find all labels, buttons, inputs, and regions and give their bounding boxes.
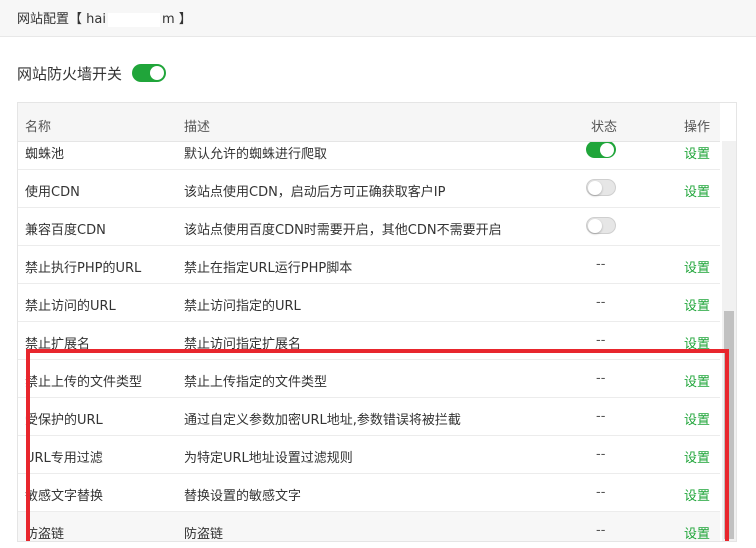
settings-link[interactable]: 设置 xyxy=(684,371,710,390)
rule-status: -- xyxy=(596,257,606,272)
table-row: 使用CDN 该站点使用CDN，启动后方可正确获取客户IP 设置 xyxy=(18,170,720,208)
rule-name: 禁止扩展名 xyxy=(25,337,91,352)
redacted-domain xyxy=(107,12,160,27)
rule-status: -- xyxy=(596,333,606,348)
firewall-toggle[interactable] xyxy=(132,64,167,82)
settings-link[interactable]: 设置 xyxy=(684,143,710,162)
settings-link[interactable]: 设置 xyxy=(684,485,710,504)
rule-name: 禁止上传的文件类型 xyxy=(25,375,143,390)
rule-status: -- xyxy=(596,523,606,538)
rule-description: 替换设置的敏感文字 xyxy=(184,489,302,504)
table-row: 受保护的URL 通过自定义参数加密URL地址,参数错误将被拦截 -- 设置 xyxy=(18,398,720,436)
rule-description: 禁止上传指定的文件类型 xyxy=(184,375,328,390)
toggle-knob xyxy=(588,219,602,233)
toggle-knob xyxy=(150,66,165,80)
status-toggle-cell xyxy=(586,217,616,234)
title-prefix: 网站配置【 hai xyxy=(17,12,106,27)
scroll-thumb[interactable] xyxy=(724,311,734,539)
status-toggle[interactable] xyxy=(586,141,616,158)
rule-name: 防盗链 xyxy=(25,527,65,542)
rule-name: 使用CDN xyxy=(25,185,80,200)
table-row: 禁止访问的URL 禁止访问指定的URL -- 设置 xyxy=(18,284,720,322)
rule-status: -- xyxy=(596,447,606,462)
rule-status: -- xyxy=(596,295,606,310)
table-row: 禁止执行PHP的URL 禁止在指定URL运行PHP脚本 -- 设置 xyxy=(18,246,720,284)
rule-description: 防盗链 xyxy=(184,527,224,542)
table-row: 兼容百度CDN 该站点使用百度CDN时需要开启，其他CDN不需要开启 xyxy=(18,208,720,246)
header-op: 操作 xyxy=(684,120,711,135)
rule-name: 蜘蛛池 xyxy=(25,147,65,162)
rule-description: 禁止在指定URL运行PHP脚本 xyxy=(184,261,353,276)
firewall-switch-row: 网站防火墙开关 xyxy=(17,62,167,84)
settings-link[interactable]: 设置 xyxy=(684,295,710,314)
settings-link[interactable]: 设置 xyxy=(684,447,710,466)
header-desc: 描述 xyxy=(184,120,211,135)
window-title: 网站配置【 hai m 】 xyxy=(17,8,192,27)
rule-status: -- xyxy=(596,371,606,386)
rule-status: -- xyxy=(596,409,606,424)
status-toggle-cell xyxy=(586,179,616,196)
rules-table: 蜘蛛池 默认允许的蜘蛛进行爬取 设置 使用CDN 该站点使用CDN，启动后方可正确获取客… xyxy=(17,102,737,542)
settings-link[interactable]: 设置 xyxy=(684,409,710,428)
settings-link[interactable]: 设置 xyxy=(684,257,710,276)
settings-link[interactable]: 设置 xyxy=(684,523,710,541)
rule-description: 禁止访问指定扩展名 xyxy=(184,337,302,352)
status-toggle[interactable] xyxy=(586,179,616,196)
table-body: 蜘蛛池 默认允许的蜘蛛进行爬取 设置 使用CDN 该站点使用CDN，启动后方可正确获取客… xyxy=(18,132,720,542)
toggle-knob xyxy=(588,181,602,195)
status-toggle-cell xyxy=(586,141,616,158)
rule-name: 兼容百度CDN xyxy=(25,223,106,238)
rule-description: 为特定URL地址设置过滤规则 xyxy=(184,451,353,466)
header-status: 状态 xyxy=(591,120,618,135)
toggle-knob xyxy=(600,143,614,157)
table-row: URL专用过滤 为特定URL地址设置过滤规则 -- 设置 xyxy=(18,436,720,474)
firewall-switch-label: 网站防火墙开关 xyxy=(17,64,123,83)
title-bar: 网站配置【 hai m 】 xyxy=(0,0,756,37)
table-header: 名称 描述 状态 操作 xyxy=(18,103,720,142)
rule-name: 禁止访问的URL xyxy=(25,299,116,314)
vertical-scrollbar[interactable] xyxy=(722,141,736,541)
rule-description: 该站点使用CDN，启动后方可正确获取客户IP xyxy=(184,185,446,200)
rule-name: 敏感文字替换 xyxy=(25,489,104,504)
title-suffix: m 】 xyxy=(161,12,192,27)
rule-description: 默认允许的蜘蛛进行爬取 xyxy=(184,147,328,162)
rule-name: 禁止执行PHP的URL xyxy=(25,261,142,276)
settings-link[interactable]: 设置 xyxy=(684,333,710,352)
rule-name: 受保护的URL xyxy=(25,413,103,428)
header-name: 名称 xyxy=(25,120,52,135)
rule-description: 该站点使用百度CDN时需要开启，其他CDN不需要开启 xyxy=(184,223,502,238)
rule-status: -- xyxy=(596,485,606,500)
table-row: 禁止扩展名 禁止访问指定扩展名 -- 设置 xyxy=(18,322,720,360)
settings-link[interactable]: 设置 xyxy=(684,181,710,200)
rule-description: 通过自定义参数加密URL地址,参数错误将被拦截 xyxy=(184,413,461,428)
rule-description: 禁止访问指定的URL xyxy=(184,299,301,314)
table-row: 防盗链 防盗链 -- 设置 xyxy=(18,512,720,542)
table-row: 敏感文字替换 替换设置的敏感文字 -- 设置 xyxy=(18,474,720,512)
rule-name: URL专用过滤 xyxy=(25,451,103,466)
table-row: 禁止上传的文件类型 禁止上传指定的文件类型 -- 设置 xyxy=(18,360,720,398)
status-toggle[interactable] xyxy=(586,217,616,234)
